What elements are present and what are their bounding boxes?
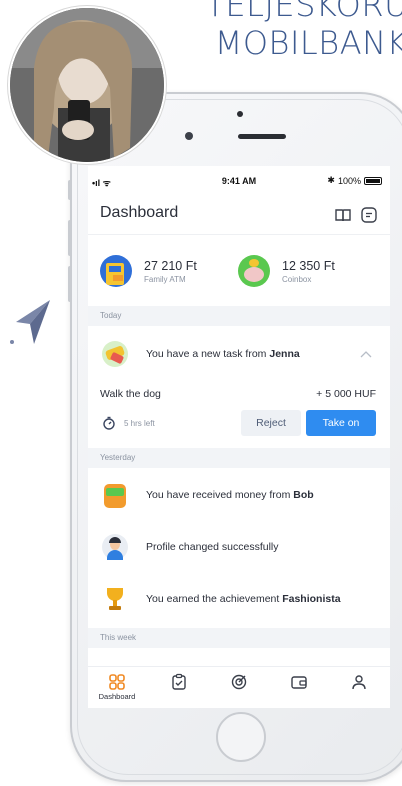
goals-icon bbox=[231, 674, 247, 690]
tab-goals[interactable] bbox=[211, 673, 267, 691]
bottom-tab-bar: Dashboard bbox=[88, 666, 390, 708]
piggy-icon bbox=[238, 255, 270, 287]
activity-item[interactable]: Profile changed successfully bbox=[88, 532, 390, 562]
task-text: You have a new task from Jenna bbox=[146, 348, 300, 360]
section-header-today: Today bbox=[88, 306, 390, 326]
user-photo bbox=[8, 6, 166, 164]
time-left: 5 hrs left bbox=[124, 418, 155, 428]
bluetooth-icon: ✱ bbox=[327, 175, 335, 185]
account-label: Family ATM bbox=[144, 274, 186, 284]
speaker bbox=[238, 134, 286, 139]
page-title: Dashboard bbox=[100, 204, 179, 221]
task-from: Jenna bbox=[269, 348, 300, 360]
tab-tasks[interactable] bbox=[151, 673, 207, 691]
account-coinbox[interactable]: 12 350 Ft Coinbox bbox=[238, 255, 335, 287]
section-header-yesterday: Yesterday bbox=[88, 448, 390, 468]
task-reward: + 5 000 HUF bbox=[316, 388, 376, 400]
battery-icon bbox=[364, 176, 382, 185]
account-amount: 27 210 Ft bbox=[144, 258, 197, 273]
tab-profile[interactable] bbox=[331, 673, 387, 691]
activity-text: You have received money from Bob bbox=[146, 489, 314, 501]
section-header-this-week: This week bbox=[88, 628, 390, 648]
wallet-icon bbox=[291, 676, 307, 689]
tab-dashboard[interactable]: Dashboard bbox=[89, 673, 145, 701]
account-label: Coinbox bbox=[282, 274, 312, 284]
book-icon[interactable] bbox=[334, 206, 352, 224]
task-timer: 5 hrs left bbox=[102, 416, 155, 430]
dashboard-icon bbox=[109, 674, 125, 690]
account-amount: 12 350 Ft bbox=[282, 258, 335, 273]
activity-item[interactable]: You have received money from Bob bbox=[88, 480, 390, 510]
wallet-icon bbox=[102, 482, 128, 508]
reject-button[interactable]: Reject bbox=[241, 410, 301, 436]
accounts-summary: 27 210 Ft Family ATM 12 350 Ft Coinbox bbox=[88, 234, 390, 306]
headline-line-1: TELJESKÖRŰ bbox=[205, 0, 402, 24]
status-bar: •ıl ᯤ 9:41 AM ✱ 100% bbox=[88, 166, 390, 194]
app-header: Dashboard bbox=[88, 194, 390, 234]
atm-icon bbox=[100, 255, 132, 287]
app-screen: •ıl ᯤ 9:41 AM ✱ 100% Dashboard 27 210 Ft… bbox=[88, 166, 390, 708]
chevron-up-icon[interactable] bbox=[360, 350, 372, 358]
task-icon bbox=[102, 341, 128, 367]
headline-line-2: MOBILBANK bbox=[214, 24, 402, 62]
activity-item[interactable]: You earned the achievement Fashionista bbox=[88, 584, 390, 614]
task-title: Walk the dog bbox=[100, 388, 161, 400]
headline: TELJESKÖRŰ MOBILBANK bbox=[205, 0, 402, 62]
tab-wallet[interactable] bbox=[271, 673, 327, 691]
sensor bbox=[185, 132, 193, 140]
stopwatch-icon bbox=[103, 416, 115, 430]
battery-percent: 100% bbox=[337, 175, 361, 186]
task-notification[interactable]: You have a new task from Jenna bbox=[88, 338, 390, 370]
chat-icon[interactable] bbox=[360, 206, 378, 224]
account-family-atm[interactable]: 27 210 Ft Family ATM bbox=[100, 255, 197, 287]
trophy-icon bbox=[102, 586, 128, 612]
profile-icon bbox=[352, 675, 366, 690]
avatar-icon bbox=[102, 534, 128, 560]
home-button[interactable] bbox=[216, 712, 266, 762]
activity-text: You earned the achievement Fashionista bbox=[146, 593, 341, 605]
tasks-icon bbox=[172, 673, 186, 690]
take-on-button[interactable]: Take on bbox=[306, 410, 376, 436]
task-detail: Walk the dog + 5 000 HUF bbox=[100, 388, 376, 400]
activity-text: Profile changed successfully bbox=[146, 541, 279, 553]
paper-plane-icon bbox=[10, 300, 50, 344]
front-camera bbox=[237, 111, 243, 117]
tab-label: Dashboard bbox=[98, 692, 136, 701]
